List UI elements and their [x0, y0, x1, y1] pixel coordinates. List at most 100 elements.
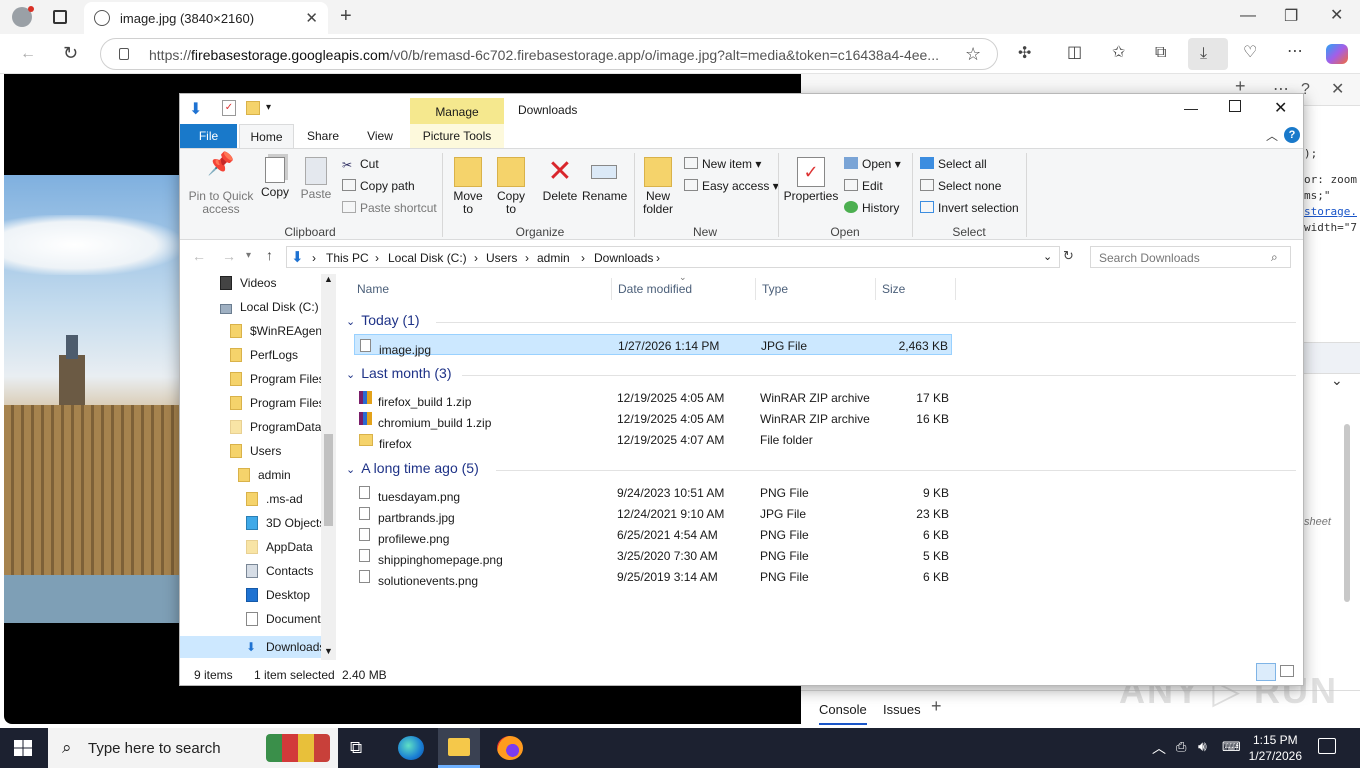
new-folder-button[interactable]: New folder [638, 157, 678, 216]
paste-shortcut-button[interactable]: Paste shortcut [342, 201, 437, 215]
restore-icon[interactable]: ❐ [1284, 9, 1298, 25]
tab-picture-tools[interactable]: Picture Tools [410, 124, 504, 148]
network-icon[interactable]: ⎙ [1176, 739, 1186, 755]
refresh-icon[interactable]: ↻ [1063, 248, 1074, 264]
devtools-scrollbar[interactable] [1344, 424, 1350, 602]
favorites-icon[interactable]: ✩ [1112, 45, 1125, 61]
file-row[interactable]: shippinghomepage.png 3/25/2020 7:30 AM P… [354, 545, 952, 567]
tray-chevron-icon[interactable]: ︿ [1152, 738, 1166, 758]
breadcrumb-downloads[interactable]: Downloads [594, 251, 653, 265]
file-row[interactable]: profilewe.png 6/25/2021 4:54 AM PNG File… [354, 524, 952, 546]
tree-item-perflogs[interactable]: PerfLogs [230, 348, 298, 370]
tab-share[interactable]: Share [298, 124, 348, 148]
breadcrumb-this-pc[interactable]: This PC [326, 251, 369, 265]
group-header-long-time-ago[interactable]: ⌄ A long time ago (5) [346, 460, 1296, 476]
notification-center-icon[interactable] [1318, 738, 1336, 754]
tree-item-documents[interactable]: Documents [246, 612, 327, 634]
explorer-maximize-icon[interactable] [1229, 100, 1241, 112]
select-all-button[interactable]: Select all [920, 157, 987, 171]
select-none-button[interactable]: Select none [920, 179, 1001, 193]
input-indicator-icon[interactable]: ⌨︎ [1222, 739, 1241, 755]
ribbon-collapse-icon[interactable]: ︿ [1266, 127, 1278, 144]
styles-pane-header[interactable] [1304, 342, 1360, 374]
history-button[interactable]: History [844, 201, 899, 215]
file-row[interactable]: solutionevents.png 9/25/2019 3:14 AM PNG… [354, 566, 952, 588]
taskbar-clock[interactable]: 1:15 PM 1/27/2026 [1249, 732, 1302, 764]
breadcrumb-local-disk[interactable]: Local Disk (C:) [388, 251, 467, 265]
tree-item-program-files-x86[interactable]: Program Files [230, 396, 325, 418]
file-row[interactable]: partbrands.jpg 12/24/2021 9:10 AM JPG Fi… [354, 503, 952, 525]
downloads-button[interactable]: ⤓ [1188, 38, 1228, 70]
tree-item-users[interactable]: Users [230, 444, 281, 466]
pin-quick-access-button[interactable]: 📌 Pin to Quick access [186, 153, 256, 216]
extensions-icon[interactable]: ✣ [1018, 46, 1031, 62]
tab-manage[interactable]: Manage [410, 98, 504, 124]
details-view-button[interactable] [1256, 663, 1276, 681]
favorite-star-icon[interactable]: ☆ [965, 45, 981, 63]
copy-path-button[interactable]: Copy path [342, 179, 415, 193]
search-downloads-input[interactable]: Search Downloads ⌕ [1090, 246, 1291, 268]
task-view-icon[interactable]: ⧉ [350, 738, 362, 758]
browser-tab-active[interactable]: image.jpg (3840×2160) ✕ [84, 2, 328, 34]
url-text[interactable]: https://firebasestorage.googleapis.com/v… [149, 47, 969, 63]
lock-icon[interactable] [119, 48, 129, 60]
file-row[interactable]: tuesdayam.png 9/24/2023 10:51 AM PNG Fil… [354, 482, 952, 504]
tree-item-downloads[interactable]: ⬇ Downloads [180, 636, 325, 658]
column-header-type[interactable]: Type [762, 282, 788, 296]
reload-icon[interactable]: ↻ [63, 44, 78, 62]
breadcrumb-users[interactable]: Users [486, 251, 517, 265]
close-window-icon[interactable]: ✕ [1330, 8, 1343, 24]
collections-icon[interactable]: ⧉ [1155, 45, 1166, 61]
nav-forward-icon[interactable]: → [222, 248, 236, 264]
quick-access-download-icon[interactable]: ⬇ [189, 99, 202, 119]
firefox-taskbar-icon[interactable] [497, 736, 523, 760]
new-folder-small-icon[interactable] [246, 101, 260, 115]
search-icon[interactable]: ⌕ [1271, 250, 1278, 265]
move-to-button[interactable]: Move to [448, 157, 488, 216]
qat-dropdown-icon[interactable]: ▾ [266, 102, 271, 113]
minimize-icon[interactable]: — [1240, 8, 1256, 24]
file-row[interactable]: firefox_build 1.zip 12/19/2025 4:05 AM W… [354, 387, 952, 409]
tab-actions-icon[interactable] [53, 10, 67, 24]
column-divider[interactable] [755, 278, 756, 300]
column-divider[interactable] [611, 278, 612, 300]
group-header-last-month[interactable]: ⌄ Last month (3) [346, 365, 1296, 381]
delete-button[interactable]: ✕ Delete [538, 157, 582, 203]
tree-item-appdata[interactable]: AppData [246, 540, 313, 562]
open-button[interactable]: Open ▾ [844, 157, 901, 171]
tree-item-winreagent[interactable]: $WinREAgent [230, 324, 325, 346]
explorer-minimize-icon[interactable]: — [1184, 100, 1198, 116]
scroll-thumb[interactable] [324, 434, 333, 526]
properties-button[interactable]: ✓ Properties [782, 157, 840, 203]
column-divider[interactable] [955, 278, 956, 300]
column-header-size[interactable]: Size [882, 282, 905, 296]
tab-home[interactable]: Home [239, 124, 294, 148]
file-row[interactable]: chromium_build 1.zip 12/19/2025 4:05 AM … [354, 408, 952, 430]
tree-item-3d-objects[interactable]: 3D Objects [246, 516, 325, 538]
tree-item-videos[interactable]: Videos [220, 276, 276, 298]
close-tab-icon[interactable]: ✕ [305, 9, 318, 27]
rename-button[interactable]: Rename [582, 157, 627, 203]
recent-locations-icon[interactable]: ▾ [246, 250, 251, 261]
nav-up-icon[interactable]: ↑ [266, 247, 273, 263]
copy-to-button[interactable]: Copy to [491, 157, 531, 216]
address-breadcrumb[interactable]: ⬇ › This PC › Local Disk (C:) › Users › … [286, 246, 1060, 268]
tree-item-programdata[interactable]: ProgramData [230, 420, 321, 442]
tab-view[interactable]: View [356, 124, 404, 148]
explorer-close-icon[interactable]: ✕ [1274, 98, 1287, 118]
column-header-date-modified[interactable]: Date modified [618, 282, 692, 296]
column-header-name[interactable]: Name [357, 282, 389, 296]
explorer-taskbar-button[interactable] [438, 728, 480, 768]
new-tab-icon[interactable]: + [340, 6, 352, 26]
tree-item-ms-ad[interactable]: .ms-ad [246, 492, 303, 514]
invert-selection-button[interactable]: Invert selection [920, 201, 1019, 215]
tree-scrollbar[interactable]: ▲ ▼ [321, 274, 336, 660]
devtools-add-icon[interactable]: + [1235, 77, 1246, 95]
scroll-down-icon[interactable]: ▼ [324, 646, 333, 656]
group-header-today[interactable]: ⌄ Today (1) [346, 312, 1296, 328]
copilot-icon[interactable] [1326, 44, 1348, 64]
tree-item-program-files[interactable]: Program Files [230, 372, 325, 394]
drawer-add-icon[interactable]: + [931, 697, 942, 715]
properties-check-icon[interactable]: ✓ [222, 100, 236, 116]
file-row[interactable]: firefox 12/19/2025 4:07 AM File folder [354, 429, 952, 451]
